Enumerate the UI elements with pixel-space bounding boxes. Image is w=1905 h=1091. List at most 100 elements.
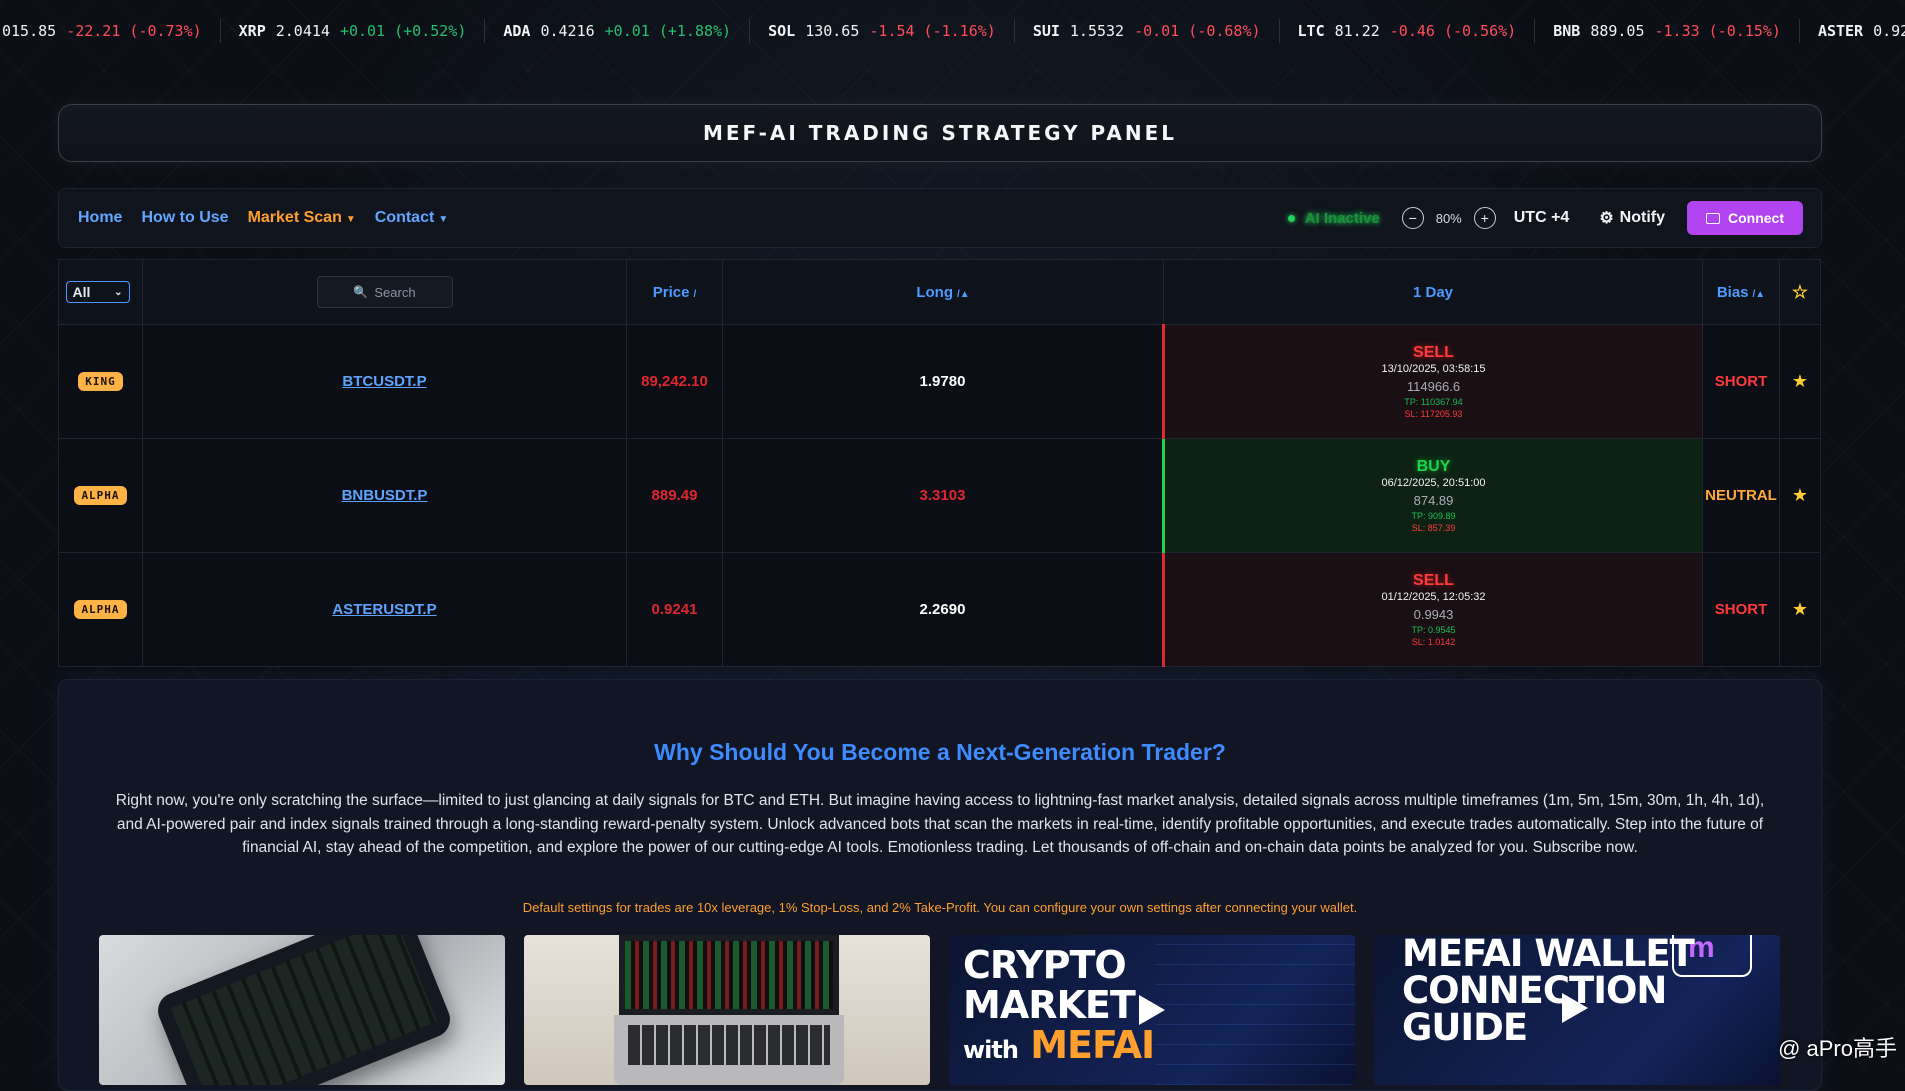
pair-link[interactable]: ASTERUSDT.P (332, 601, 436, 618)
sort-asc-icon: /▲ (1752, 288, 1766, 300)
signal-cell: SELL 13/10/2025, 03:58:15 114966.6 TP: 1103… (1162, 324, 1703, 439)
notify-label: Notify (1619, 209, 1665, 226)
signal-label: SELL (1413, 344, 1454, 362)
tier-badge: ALPHA (74, 486, 127, 505)
video2-title-line3: GUIDE (1402, 1006, 1528, 1049)
video-title: CRYPTO MARKET with MEFAI (963, 945, 1155, 1070)
nav-how-to-use[interactable]: How to Use (141, 209, 228, 227)
chevron-down-icon: ⌄ (114, 286, 123, 298)
signal-date: 01/12/2025, 12:05:32 (1381, 591, 1486, 604)
ticker-item: ADA 0.4216 +0.01 (+1.88%) (485, 19, 751, 43)
long-header[interactable]: Long/▲ (722, 259, 1164, 325)
connect-wallet-button[interactable]: Connect (1687, 201, 1803, 235)
ticker-symbol: ASTER (1817, 22, 1864, 40)
minus-icon: − (1408, 210, 1417, 226)
zoom-out-button[interactable]: − (1401, 207, 1424, 229)
info-body: Right now, you're only scratching the su… (115, 792, 1765, 856)
utc-offset[interactable]: UTC +4 (1514, 209, 1570, 227)
bias-cell: NEUTRAL (1702, 438, 1780, 553)
ticker-symbol: BNB (1553, 22, 1581, 40)
video-title-brand: MEFAI (1030, 1023, 1155, 1067)
ticker-price: 889.05 (1590, 22, 1645, 40)
laptop-trading-image[interactable] (524, 935, 930, 1085)
filter-select[interactable]: All ⌄ (65, 281, 130, 303)
signal-label: SELL (1413, 572, 1454, 590)
status-dot-icon (1287, 214, 1295, 222)
video-title: MEFAI WALLET CONNECTION GUIDE (1402, 935, 1695, 1049)
price-value: 889.49 (651, 486, 698, 504)
signal-tp: TP: 0.9545 (1411, 625, 1456, 636)
ticker-price: 130.65 (805, 22, 860, 40)
notify-button[interactable]: ⚙ Notify (1599, 208, 1665, 228)
star-icon[interactable]: ★ (1792, 599, 1808, 619)
ticker-price: 1.5532 (1069, 22, 1125, 40)
bias-value: NEUTRAL (1705, 486, 1777, 504)
ticker-change: -1.33 (-0.15%) (1654, 22, 1781, 40)
nav-market-scan[interactable]: Market Scan ▼ (248, 209, 356, 227)
star-icon[interactable]: ★ (1792, 485, 1808, 505)
connect-label: Connect (1728, 210, 1784, 226)
nav-contact[interactable]: Contact ▼ (375, 209, 448, 227)
ticker-change: -1.54 (-1.16%) (869, 22, 996, 40)
ticker-price: 0.4216 (540, 22, 595, 40)
nav-home[interactable]: Home (78, 209, 122, 227)
ticker-change: -0.46 (-0.56%) (1389, 22, 1517, 40)
long-header-label: Long (916, 283, 953, 301)
ticker-item: ASTER0.925-0.05 (-5.03%) (1800, 19, 1905, 43)
zoom-in-button[interactable]: + (1473, 207, 1496, 229)
info-heading: Why Should You Become a Next-Generation … (654, 739, 1226, 765)
ticker-item: LTC 81.22 -0.46 (-0.56%) (1280, 19, 1536, 43)
tier-cell: ALPHA (58, 438, 143, 553)
star-outline-icon: ☆ (1791, 281, 1809, 302)
ai-status: AI Inactive (1287, 210, 1380, 227)
ticker-change: -0.01 (-0.68%) (1134, 22, 1261, 40)
filter-header: All ⌄ (58, 259, 143, 325)
bias-value: SHORT (1714, 372, 1768, 390)
signal-sl: SL: 857.39 (1411, 522, 1456, 533)
chevron-down-icon: ▼ (345, 214, 356, 225)
video-crypto-market[interactable]: CRYPTO MARKET with MEFAI (949, 935, 1355, 1085)
price-header[interactable]: Price / (626, 259, 723, 325)
sort-asc-icon: /▲ (956, 288, 970, 300)
favorite-cell[interactable]: ★ (1779, 552, 1821, 667)
table-row: KING BTCUSDT.P 89,242.10 1.9780 SELL 13/10/20… (58, 324, 1821, 439)
signal-cell: SELL 01/12/2025, 12:05:32 0.9943 TP: 0.9545… (1162, 552, 1703, 667)
bias-header[interactable]: Bias/▲ (1702, 259, 1780, 325)
gear-icon: ⚙ (1599, 210, 1614, 227)
ticker-item: SUI 1.5532 -0.01 (-0.68%) (1015, 19, 1280, 43)
phone-icon (152, 935, 456, 1085)
table-row: ALPHA BNBUSDT.P 889.49 3.3103 BUY 06/12/2025,… (58, 438, 1821, 553)
ticker-symbol: XRP (238, 22, 266, 40)
pair-link[interactable]: BNBUSDT.P (342, 487, 428, 504)
play-icon[interactable] (1139, 995, 1165, 1025)
media-thumbnails: CRYPTO MARKET with MEFAI m MEFAI WALLET … (99, 935, 1781, 1085)
video-title-line2: MARKET (963, 983, 1136, 1027)
plus-icon: + (1480, 210, 1489, 226)
timeframe-header-label: 1 Day (1412, 283, 1454, 301)
star-icon[interactable]: ★ (1792, 371, 1808, 391)
search-input[interactable]: 🔍 Search (316, 276, 453, 308)
phone-trading-image[interactable] (99, 935, 505, 1085)
ticker-symbol: SOL (768, 22, 796, 40)
play-icon[interactable] (1562, 993, 1588, 1023)
tier-cell: KING (58, 324, 143, 439)
long-cell: 1.9780 (722, 324, 1164, 439)
sort-icon: / (693, 288, 697, 300)
favorite-cell[interactable]: ★ (1779, 324, 1821, 439)
ticker-item: XRP 2.0414 +0.01 (+0.52%) (221, 19, 486, 43)
wallet-icon (1706, 212, 1720, 224)
default-settings-note: Default settings for trades are 10x leve… (522, 900, 1358, 915)
ticker-symbol: SUI (1032, 22, 1060, 40)
pair-link[interactable]: BTCUSDT.P (342, 373, 426, 390)
pair-cell: BNBUSDT.P (142, 438, 627, 553)
video-wallet-guide[interactable]: m MEFAI WALLET CONNECTION GUIDE (1374, 935, 1780, 1085)
chevron-down-icon: ▼ (438, 214, 449, 225)
zoom-level: 80% (1435, 210, 1462, 226)
nav-contact-label: Contact (374, 209, 435, 226)
video2-title-line1: MEFAI WALLET (1402, 935, 1695, 975)
favorites-header[interactable]: ☆ (1779, 259, 1821, 325)
favorite-cell[interactable]: ★ (1779, 438, 1821, 553)
price-header-label: Price (652, 283, 690, 301)
page-title: MEF-AI TRADING STRATEGY PANEL (702, 121, 1178, 145)
signal-label: BUY (1416, 458, 1451, 476)
